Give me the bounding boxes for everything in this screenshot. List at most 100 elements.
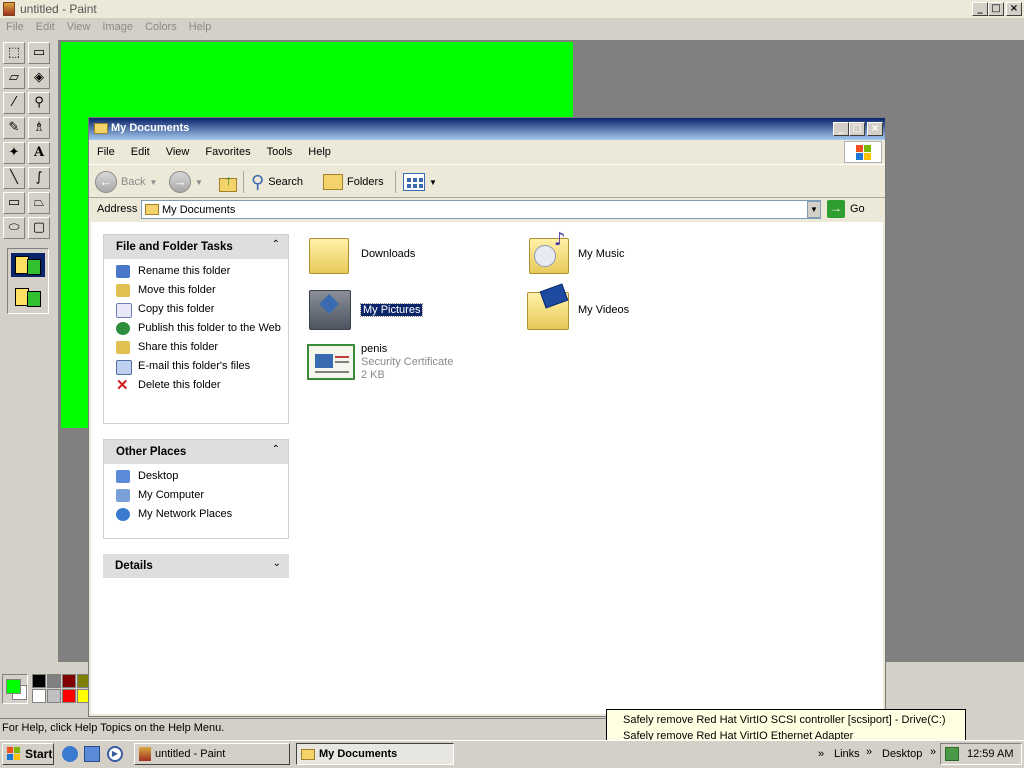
forward-dropdown-icon[interactable]: ▼	[195, 178, 203, 187]
links-chevron-icon[interactable]: »	[818, 748, 824, 760]
folder-item-my-music[interactable]: ♪ My Music	[525, 229, 705, 278]
taskbar-item-my-documents[interactable]: My Documents	[296, 743, 454, 765]
views-button[interactable]: ▼	[403, 170, 437, 194]
address-input[interactable]: My Documents	[141, 200, 821, 219]
paint-close-button[interactable]: ×	[1006, 2, 1022, 16]
folder-icon	[145, 204, 159, 215]
file-item-certificate[interactable]: penis Security Certificate 2 KB	[307, 340, 487, 386]
explorer-menu-file[interactable]: File	[89, 142, 123, 158]
paint-title-bar[interactable]: untitled - Paint _ □ ×	[0, 0, 1024, 18]
details-pane-header[interactable]: Details ⌄	[103, 554, 289, 578]
paint-menu-edit[interactable]: Edit	[30, 19, 61, 33]
links-more-chevron-icon[interactable]: »	[866, 746, 872, 758]
explorer-minimize-button[interactable]: _	[833, 122, 849, 136]
internet-explorer-icon[interactable]	[62, 746, 78, 762]
ellipse-tool-icon[interactable]: ⬭	[3, 217, 25, 239]
paint-menu-colors[interactable]: Colors	[139, 19, 183, 33]
color-picker-icon[interactable]: ⁄	[3, 92, 25, 114]
rename-icon	[116, 265, 130, 278]
palette-swatch[interactable]	[62, 674, 76, 688]
paint-restore-button[interactable]: □	[988, 2, 1004, 16]
folder-item-my-videos[interactable]: My Videos	[525, 283, 705, 332]
task-move-folder[interactable]: Move this folder	[104, 284, 282, 297]
paint-menu-view[interactable]: View	[61, 19, 97, 33]
safely-remove-hardware-icon[interactable]	[945, 747, 959, 761]
tasks-pane-header[interactable]: File and Folder Tasks ⌃	[104, 235, 288, 259]
folder-item-my-pictures[interactable]: My Pictures	[307, 284, 487, 332]
transparent-option-icon[interactable]	[11, 285, 45, 309]
collapse-chevron-icon[interactable]: ⌃	[272, 444, 280, 455]
media-player-icon[interactable]: ▶	[107, 746, 123, 762]
forward-button[interactable]: → ▼	[169, 170, 203, 194]
folders-button[interactable]: Folders	[323, 170, 384, 194]
address-dropdown-icon[interactable]: ▼	[807, 201, 821, 218]
task-copy-folder[interactable]: Copy this folder	[104, 303, 282, 318]
place-my-computer[interactable]: My Computer	[104, 489, 282, 502]
palette-swatch[interactable]	[32, 689, 46, 703]
show-desktop-icon[interactable]	[84, 746, 100, 762]
links-toolbar[interactable]: Links	[834, 748, 860, 760]
explorer-menu-tools[interactable]: Tools	[259, 142, 301, 158]
task-email-files[interactable]: E-mail this folder's files	[104, 360, 282, 375]
desktop-toolbar[interactable]: Desktop	[882, 748, 922, 760]
collapse-chevron-icon[interactable]: ⌃	[272, 239, 280, 250]
folder-icon	[309, 238, 349, 274]
text-tool-icon[interactable]: A	[28, 142, 50, 164]
desktop-more-chevron-icon[interactable]: »	[930, 746, 936, 758]
start-button[interactable]: Start	[2, 743, 54, 765]
explorer-title-bar[interactable]: My Documents _ □ ×	[89, 118, 885, 140]
explorer-menu-edit[interactable]: Edit	[123, 142, 158, 158]
task-delete-folder[interactable]: ✕ Delete this folder	[104, 378, 282, 393]
magnifier-icon[interactable]: ⚲	[28, 92, 50, 114]
rect-select-icon[interactable]: ▭	[28, 42, 50, 64]
folders-icon	[323, 174, 343, 190]
safely-remove-popup[interactable]: Safely remove Red Hat VirtIO SCSI contro…	[606, 709, 966, 743]
rounded-rect-tool-icon[interactable]: ▢	[28, 217, 50, 239]
place-desktop[interactable]: Desktop	[104, 470, 282, 483]
task-share-folder[interactable]: Share this folder	[104, 341, 282, 354]
pencil-icon[interactable]: ✎	[3, 117, 25, 139]
fill-bucket-icon[interactable]: ◈	[28, 67, 50, 89]
back-button[interactable]: ← Back ▼	[95, 170, 157, 194]
paint-menu-image[interactable]: Image	[96, 19, 139, 33]
place-network[interactable]: My Network Places	[104, 508, 282, 521]
opaque-option-icon[interactable]	[11, 253, 45, 277]
brush-icon[interactable]: ♗	[28, 117, 50, 139]
taskbar-item-paint[interactable]: untitled - Paint	[134, 743, 290, 765]
computer-icon	[116, 489, 130, 502]
paint-minimize-button[interactable]: _	[972, 2, 988, 16]
places-pane-header[interactable]: Other Places ⌃	[104, 440, 288, 464]
eraser-icon[interactable]: ▱	[3, 67, 25, 89]
explorer-maximize-button[interactable]: □	[849, 122, 865, 136]
explorer-menu-favorites[interactable]: Favorites	[197, 142, 258, 158]
paint-menu-help[interactable]: Help	[183, 19, 218, 33]
folder-item-downloads[interactable]: Downloads	[307, 232, 487, 278]
curve-tool-icon[interactable]: ∫	[28, 167, 50, 189]
line-tool-icon[interactable]: ╲	[3, 167, 25, 189]
back-dropdown-icon[interactable]: ▼	[149, 178, 157, 187]
task-rename-folder[interactable]: Rename this folder	[104, 265, 282, 278]
free-select-icon[interactable]: ⬚	[3, 42, 25, 64]
up-button[interactable]: ↑	[217, 170, 239, 194]
airbrush-icon[interactable]: ✦	[3, 142, 25, 164]
go-button[interactable]: → Go	[827, 200, 865, 218]
explorer-menu-view[interactable]: View	[158, 142, 198, 158]
forward-arrow-icon: →	[169, 171, 191, 193]
popup-line-scsi[interactable]: Safely remove Red Hat VirtIO SCSI contro…	[607, 710, 965, 728]
search-button[interactable]: ⚲ Search	[251, 170, 303, 194]
palette-swatch[interactable]	[32, 674, 46, 688]
explorer-close-button[interactable]: ×	[867, 122, 883, 136]
palette-swatch[interactable]	[47, 689, 61, 703]
current-colors-box[interactable]	[2, 674, 28, 704]
expand-chevron-icon[interactable]: ⌄	[273, 558, 281, 569]
explorer-menu-help[interactable]: Help	[300, 142, 339, 158]
rectangle-tool-icon[interactable]: ▭	[3, 192, 25, 214]
paint-app-icon	[3, 2, 15, 16]
palette-swatch[interactable]	[62, 689, 76, 703]
paint-menu-file[interactable]: File	[0, 19, 30, 33]
desktop-icon	[116, 470, 130, 483]
task-publish-web[interactable]: Publish this folder to the Web	[104, 322, 282, 335]
polygon-tool-icon[interactable]: ⏢	[28, 192, 50, 214]
clock[interactable]: 12:59 AM	[967, 748, 1013, 760]
palette-swatch[interactable]	[47, 674, 61, 688]
